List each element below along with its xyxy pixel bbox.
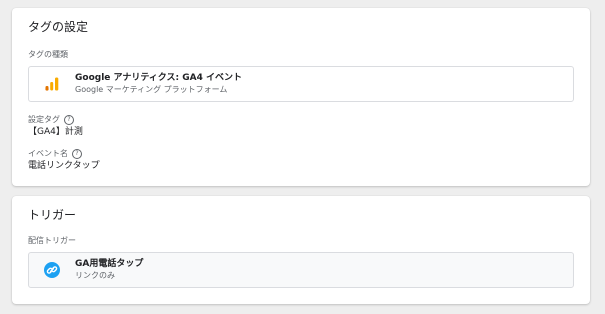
help-icon[interactable]: ? xyxy=(64,115,74,125)
tag-type-title: Google アナリティクス: GA4 イベント xyxy=(75,73,243,83)
event-name-field: イベント名 ? 電話リンクタップ xyxy=(28,149,100,172)
trigger-name: GA用電話タップ xyxy=(75,259,144,269)
link-icon xyxy=(43,261,61,279)
trigger-tile[interactable]: GA用電話タップ リンクのみ xyxy=(28,252,574,288)
config-tag-label: 設定タグ xyxy=(28,115,60,124)
firing-triggers-label: 配信トリガー xyxy=(28,236,76,245)
tag-configuration-card[interactable]: タグの設定 タグの種類 Google アナリティクス: GA4 イベント Goo… xyxy=(12,8,590,186)
event-name-value: 電話リンクタップ xyxy=(28,161,100,171)
tag-type-tile[interactable]: Google アナリティクス: GA4 イベント Google マーケティング … xyxy=(28,66,574,102)
config-tag-field: 設定タグ ? 【GA4】計測 xyxy=(28,115,83,138)
event-name-label: イベント名 xyxy=(28,149,68,158)
google-analytics-icon xyxy=(43,75,61,93)
config-tag-value: 【GA4】計測 xyxy=(28,127,83,137)
tag-config-title: タグの設定 xyxy=(28,20,89,34)
help-icon[interactable]: ? xyxy=(72,149,82,159)
tag-type-label: タグの種類 xyxy=(28,50,68,59)
trigger-type: リンクのみ xyxy=(75,271,115,280)
triggering-title: トリガー xyxy=(28,208,77,222)
triggering-card[interactable]: トリガー 配信トリガー GA用電話タップ リンクのみ xyxy=(12,196,590,304)
tag-type-subtitle: Google マーケティング プラットフォーム xyxy=(75,85,228,94)
